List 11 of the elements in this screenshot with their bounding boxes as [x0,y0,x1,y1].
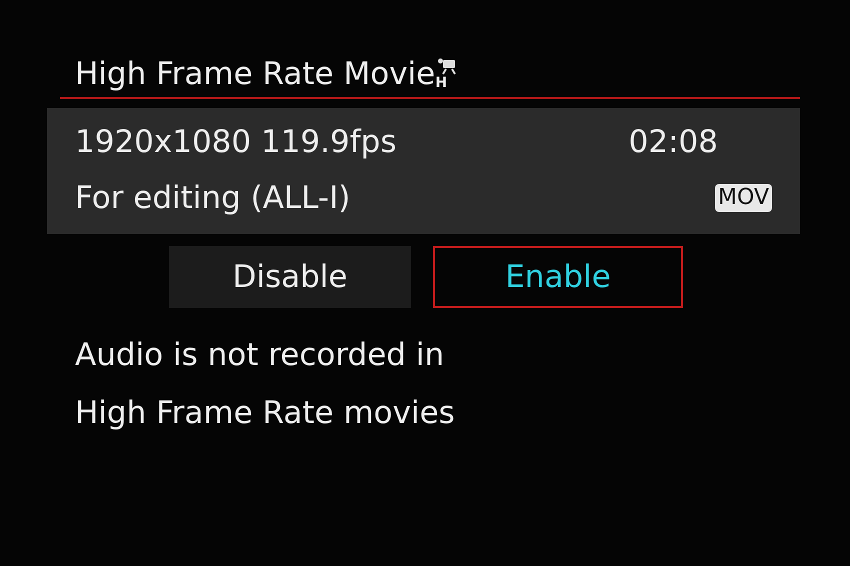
format-badge: MOV [715,184,772,212]
option-button[interactable]: Disable [169,246,411,308]
icon-letter: H [435,76,448,90]
option-button[interactable]: Enable [433,246,683,308]
note-text: Audio is not recorded in [75,336,446,375]
resolution-text: 1920x1080 119.9fps [75,124,396,160]
movie-camera-icon [437,58,458,76]
compression-text: For editing (ALL-I) [75,180,350,216]
menu-title: High Frame Rate Movie [75,55,436,94]
time-text: 02:08 [628,124,718,160]
note-text: High Frame Rate movies [75,394,456,433]
